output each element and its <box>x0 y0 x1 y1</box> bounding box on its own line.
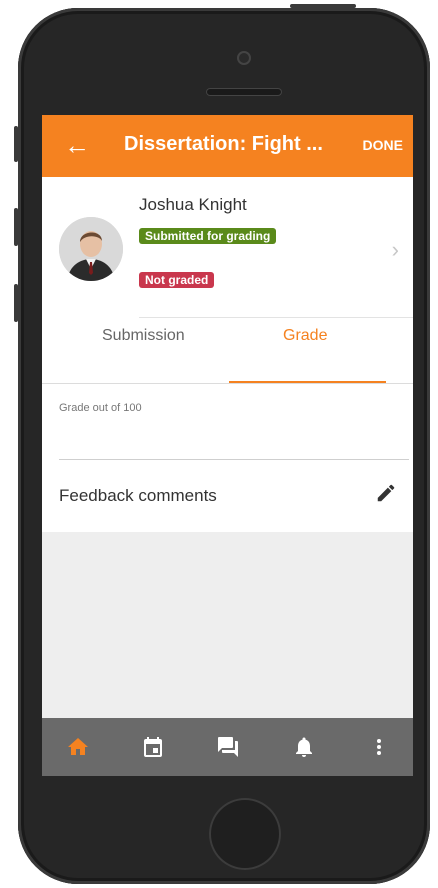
student-card[interactable]: Joshua Knight Submitted for grading Not … <box>42 177 413 384</box>
grade-panel: Grade out of 100 Feedback comments <box>42 384 413 532</box>
grade-input[interactable] <box>59 418 409 458</box>
bottom-navigation <box>42 718 413 776</box>
grade-input-label: Grade out of 100 <box>59 402 142 414</box>
mute-switch <box>14 126 18 162</box>
feedback-comments-label[interactable]: Feedback comments <box>59 486 217 506</box>
app-screen: ← Dissertation: Fight ... DONE Joshua Kn… <box>42 115 413 776</box>
arrow-left-icon[interactable]: ← <box>64 132 90 158</box>
student-name: Joshua Knight <box>139 195 247 214</box>
chevron-right-icon: › <box>391 237 399 262</box>
front-camera <box>237 51 251 65</box>
volume-up-button <box>14 208 18 246</box>
messages-icon[interactable] <box>216 735 240 759</box>
calendar-icon[interactable] <box>141 735 165 759</box>
home-button[interactable] <box>209 798 281 870</box>
avatar <box>59 217 123 281</box>
earpiece-speaker <box>206 88 282 96</box>
more-vertical-icon[interactable] <box>367 735 391 759</box>
power-button <box>290 4 356 8</box>
grade-input-underline <box>59 459 409 460</box>
page-title: Dissertation: Fight ... <box>124 133 323 155</box>
status-badge: Not graded <box>139 272 215 288</box>
bell-icon[interactable] <box>292 735 316 759</box>
status-badge: Submitted for grading <box>139 228 277 244</box>
done-button[interactable]: DONE <box>363 137 403 153</box>
tab-submission[interactable]: Submission <box>102 327 185 345</box>
volume-down-button <box>14 284 18 322</box>
pencil-icon[interactable] <box>375 482 397 509</box>
home-icon[interactable] <box>66 735 90 759</box>
divider <box>139 317 413 318</box>
app-bar: ← Dissertation: Fight ... DONE <box>42 115 413 177</box>
tab-grade[interactable]: Grade <box>283 327 327 345</box>
